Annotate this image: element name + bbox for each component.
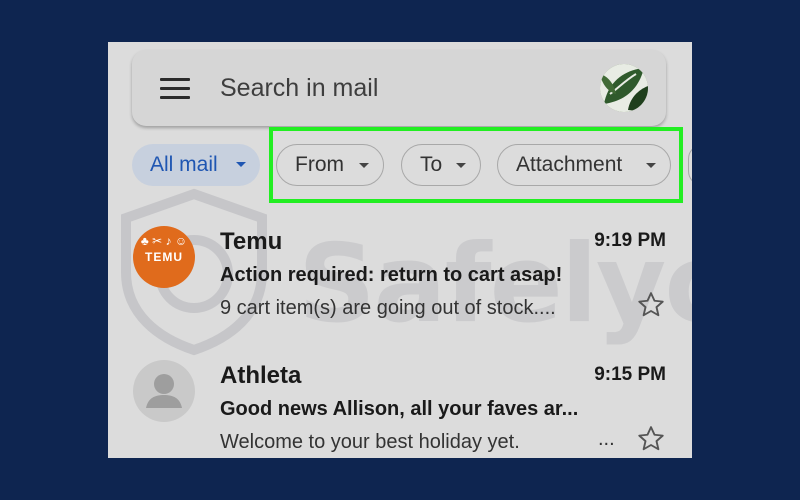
- sender-name: Athleta: [220, 362, 302, 389]
- snippet-ellipsis: ...: [598, 428, 615, 450]
- email-subject: Action required: return to cart asap!: [220, 264, 563, 286]
- temu-logo-icon: ♣ ✂ ♪ ☺: [140, 234, 188, 248]
- email-row[interactable]: ♣ ✂ ♪ ☺ TEMU Temu 9:19 PM Action require…: [108, 220, 692, 350]
- sender-avatar: [133, 360, 195, 422]
- search-bar[interactable]: Search in mail: [132, 50, 666, 126]
- star-icon[interactable]: [636, 290, 666, 320]
- gmail-screen: Safelyo Search in mail All mail From To …: [108, 42, 692, 458]
- sender-avatar: ♣ ✂ ♪ ☺ TEMU: [133, 226, 195, 288]
- email-time: 9:19 PM: [594, 230, 666, 251]
- all-mail-chip[interactable]: All mail: [132, 144, 260, 186]
- filter-highlight-box: [269, 127, 683, 203]
- email-time: 9:15 PM: [594, 364, 666, 385]
- email-snippet: 9 cart item(s) are going out of stock...…: [220, 297, 556, 319]
- all-mail-label: All mail: [150, 153, 218, 176]
- star-icon[interactable]: [636, 424, 666, 454]
- email-row[interactable]: Athleta 9:15 PM Good news Allison, all y…: [108, 354, 692, 458]
- temu-logo-text: TEMU: [145, 250, 183, 264]
- sender-name: Temu: [220, 228, 283, 255]
- leaf-avatar-icon: [600, 64, 648, 112]
- email-subject: Good news Allison, all your faves ar...: [220, 398, 579, 420]
- search-input[interactable]: Search in mail: [220, 74, 378, 103]
- more-filter-chip[interactable]: [688, 144, 692, 186]
- email-snippet: Welcome to your best holiday yet.: [220, 431, 520, 453]
- person-icon: [146, 374, 182, 408]
- chevron-down-icon: [236, 162, 246, 167]
- account-avatar[interactable]: [600, 64, 648, 112]
- hamburger-menu-icon[interactable]: [160, 78, 190, 100]
